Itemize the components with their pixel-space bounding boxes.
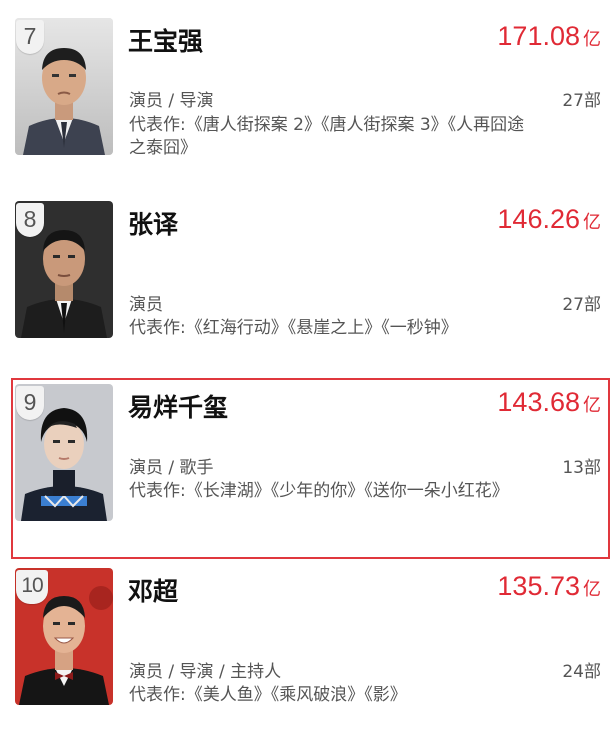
list-item[interactable]: 9 易烊千玺 143.68 亿 演员 / 歌手 13部 代表作:《长津湖》《少年的… [0, 378, 613, 559]
person-roles: 演员 / 歌手 [129, 458, 214, 478]
film-count: 24部 [562, 662, 601, 682]
person-roles: 演员 [129, 295, 163, 315]
list-item[interactable]: 7 王宝强 171.08 亿 演员 / 导演 27部 代表作:《唐人街探案 2》《… [0, 18, 613, 158]
box-office-number: 143.68 [497, 387, 580, 417]
box-office-value: 146.26 亿 [497, 204, 601, 235]
person-name: 张译 [128, 210, 179, 239]
rank-badge: 9 [16, 386, 44, 420]
box-office-value: 135.73 亿 [497, 571, 601, 602]
box-office-unit: 亿 [583, 212, 601, 233]
representative-works: 代表作:《唐人街探案 2》《唐人街探案 3》《人再囧途之泰囧》 [129, 115, 525, 158]
person-roles: 演员 / 导演 [129, 91, 214, 111]
person-name: 王宝强 [128, 27, 204, 56]
box-office-number: 171.08 [497, 21, 580, 51]
ranking-list: 7 王宝强 171.08 亿 演员 / 导演 27部 代表作:《唐人街探案 2》《… [0, 0, 613, 740]
rank-badge: 10 [16, 570, 48, 604]
rank-badge: 8 [16, 203, 44, 237]
representative-works: 代表作:《长津湖》《少年的你》《送你一朵小红花》 [129, 481, 509, 501]
person-roles: 演员 / 导演 / 主持人 [129, 662, 282, 682]
list-item[interactable]: 8 张译 146.26 亿 演员 27部 代表作:《红海行动》《悬崖之上》《一秒钟… [0, 201, 613, 341]
representative-works: 代表作:《美人鱼》《乘风破浪》《影》 [129, 685, 407, 705]
person-name: 邓超 [128, 577, 179, 606]
box-office-value: 171.08 亿 [497, 21, 601, 52]
representative-works: 代表作:《红海行动》《悬崖之上》《一秒钟》 [129, 318, 458, 338]
box-office-number: 146.26 [497, 204, 580, 234]
box-office-unit: 亿 [583, 29, 601, 50]
film-count: 27部 [562, 295, 601, 315]
box-office-value: 143.68 亿 [497, 387, 601, 418]
list-item[interactable]: 10 邓超 135.73 亿 演员 / 导演 / 主持人 24部 代表作:《美人鱼… [0, 568, 613, 708]
film-count: 13部 [562, 458, 601, 478]
box-office-unit: 亿 [583, 579, 601, 600]
film-count: 27部 [562, 91, 601, 111]
box-office-unit: 亿 [583, 395, 601, 416]
rank-badge: 7 [16, 20, 44, 54]
box-office-number: 135.73 [497, 571, 580, 601]
person-name: 易烊千玺 [128, 393, 229, 422]
